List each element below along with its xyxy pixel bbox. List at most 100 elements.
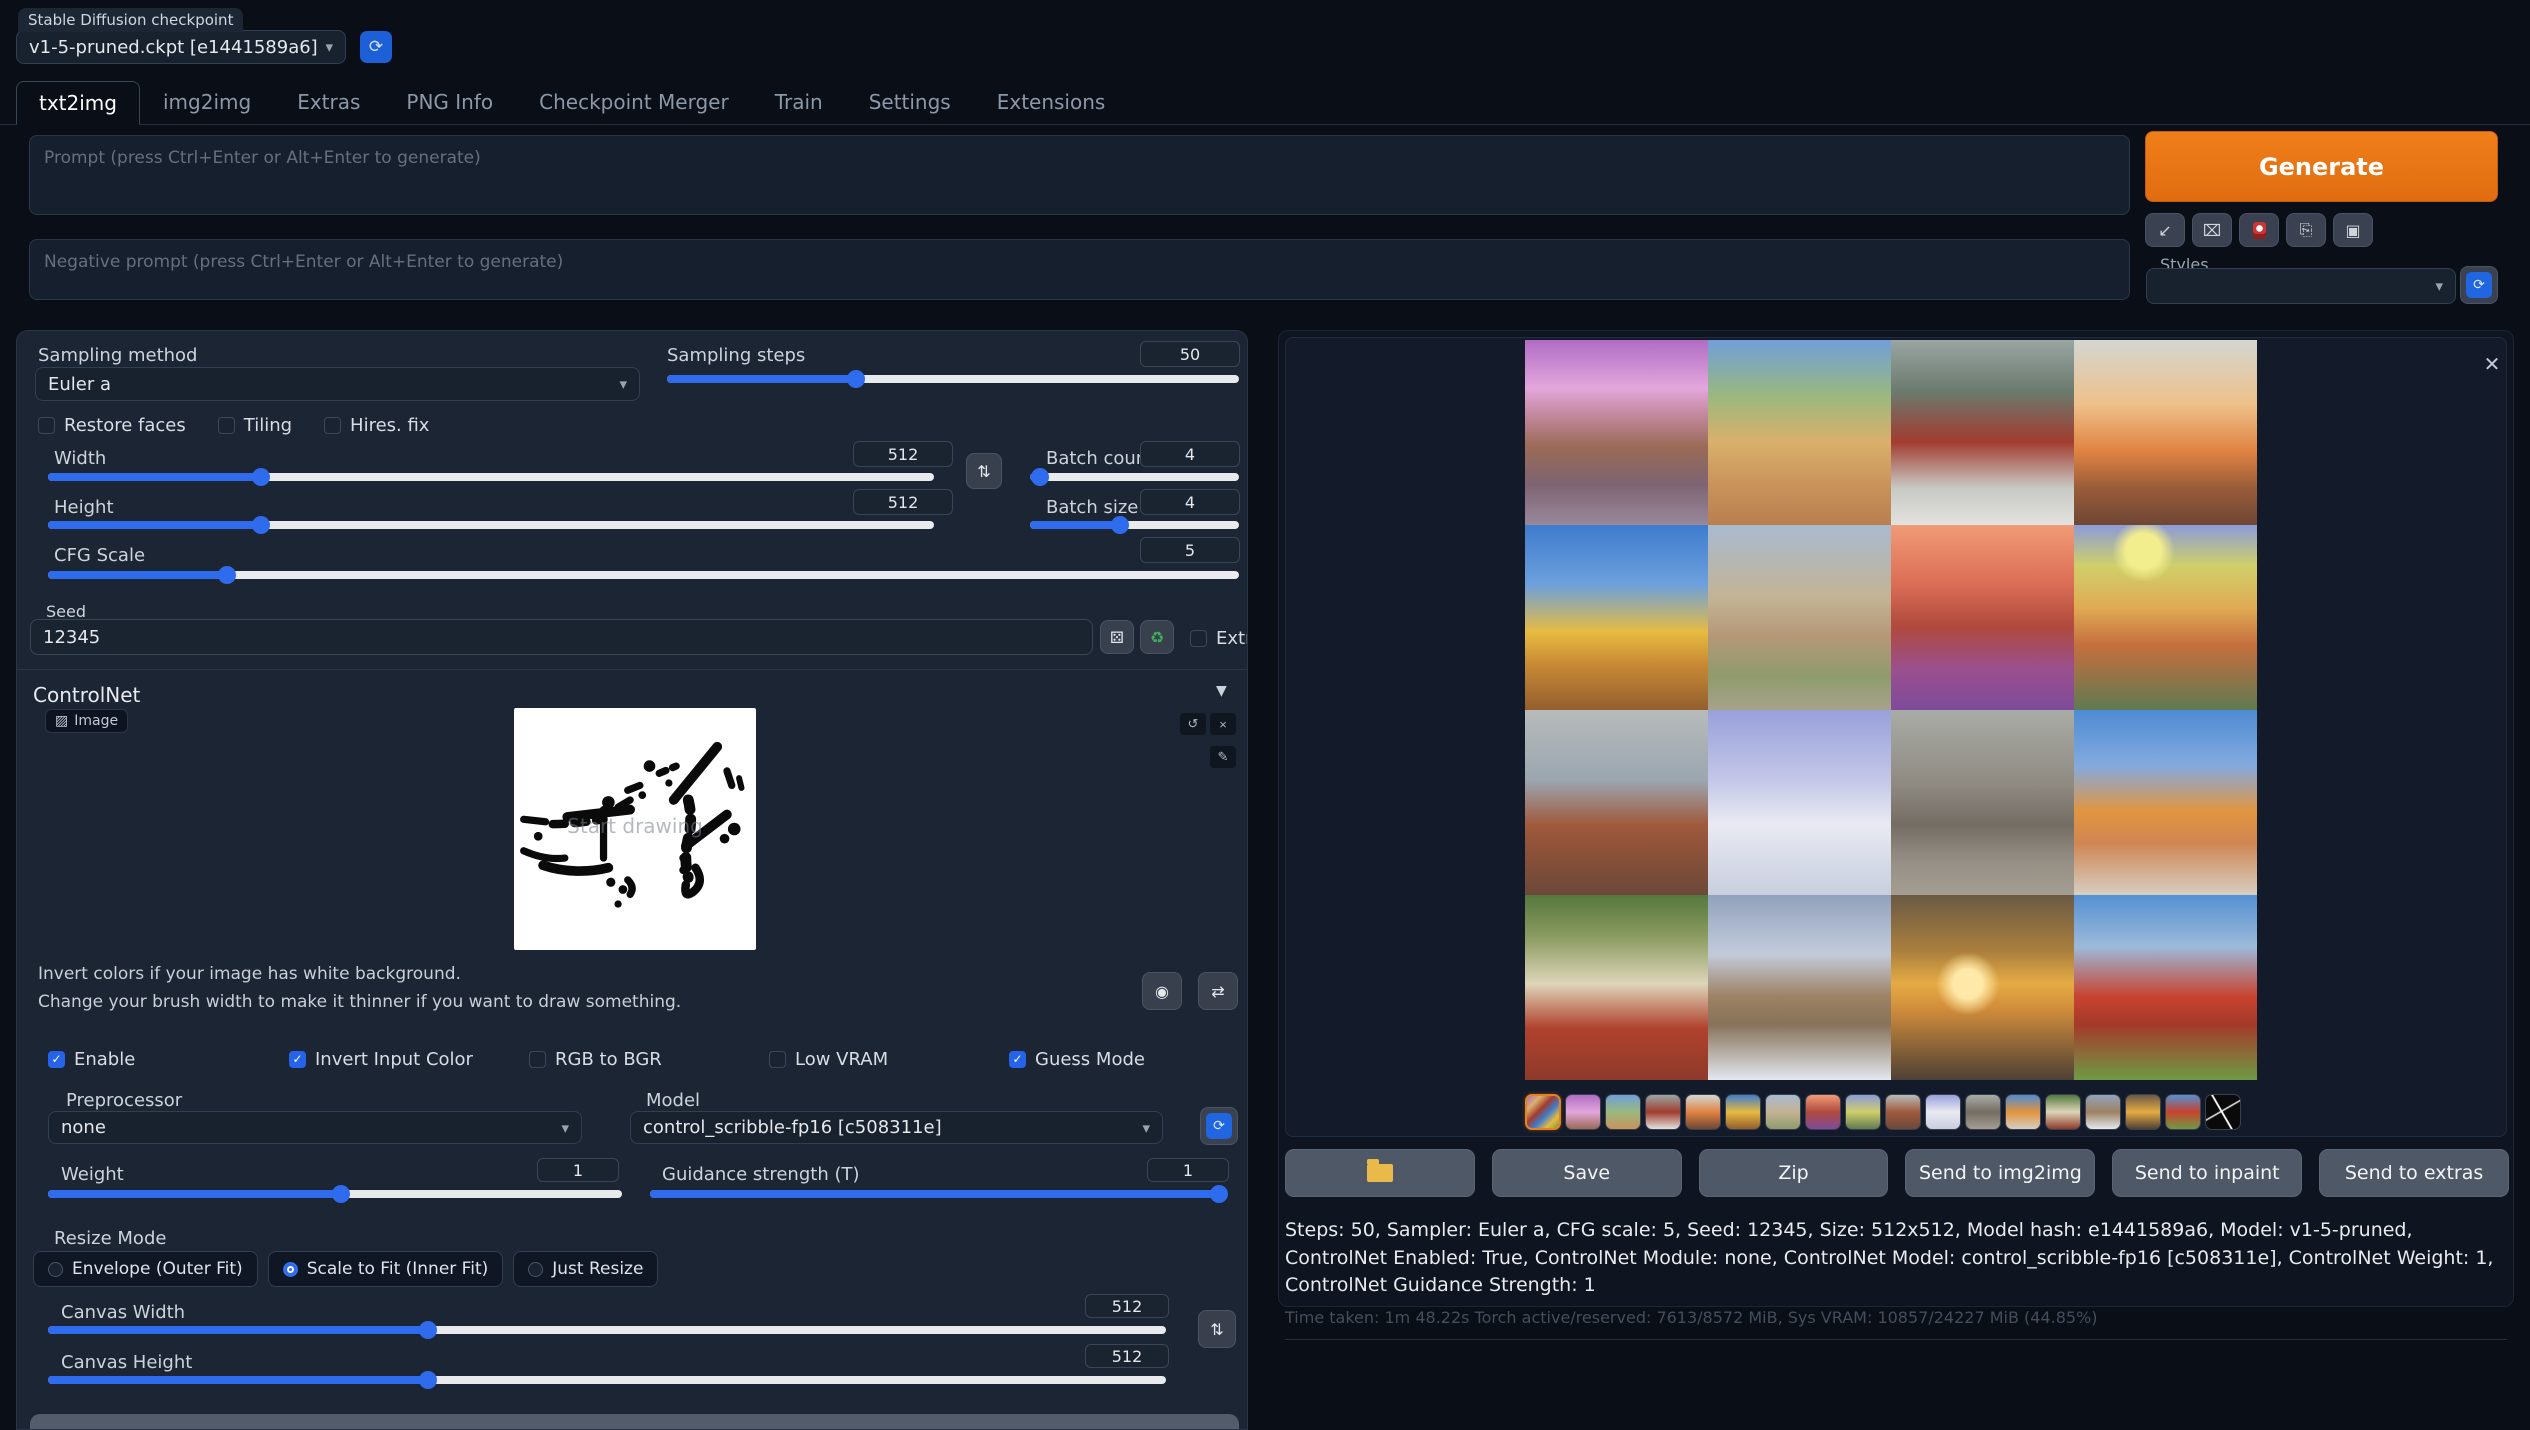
generated-image-tile[interactable] (2074, 710, 2257, 895)
checkbox-enable[interactable]: ✓Enable (48, 1049, 135, 1070)
tab-extensions[interactable]: Extensions (974, 80, 1129, 124)
guidance-strength-input[interactable] (1147, 1158, 1229, 1182)
batch-count-slider[interactable] (1030, 473, 1239, 481)
tab-settings[interactable]: Settings (846, 80, 974, 124)
save-style-button[interactable]: ▣ (2333, 213, 2373, 247)
tab-train[interactable]: Train (752, 80, 846, 124)
tab-img2img[interactable]: img2img (140, 80, 274, 124)
checkpoint-dropdown[interactable]: v1-5-pruned.ckpt [e1441589a6] ▾ (16, 30, 346, 64)
generated-image-tile[interactable] (2074, 340, 2257, 525)
canvas-clear-button[interactable]: × (1210, 713, 1236, 735)
next-section-bar[interactable] (30, 1414, 1239, 1430)
apply-style-button[interactable]: ⎘ (2286, 213, 2326, 247)
checkbox-extra-seed[interactable]: Extra (1190, 628, 1248, 649)
controlnet-model-dropdown[interactable]: control_scribble-fp16 [c508311e]▾ (630, 1111, 1163, 1144)
close-preview-button[interactable]: ✕ (2478, 350, 2506, 378)
extra-networks-button[interactable] (2239, 213, 2279, 247)
thumbnail[interactable] (1925, 1094, 1961, 1130)
tab-png-info[interactable]: PNG Info (383, 80, 516, 124)
generated-image-tile[interactable] (1891, 895, 2074, 1080)
sampling-method-dropdown[interactable]: Euler a▾ (35, 367, 640, 401)
checkbox-low-vram[interactable]: Low VRAM (769, 1049, 888, 1070)
generated-image-tile[interactable] (1708, 525, 1891, 710)
sampling-steps-input[interactable] (1140, 341, 1240, 367)
read-params-button[interactable]: ↙ (2145, 213, 2185, 247)
tab-extras[interactable]: Extras (274, 80, 383, 124)
canvas-height-input[interactable] (1085, 1344, 1169, 1368)
thumbnail[interactable] (2045, 1094, 2081, 1130)
checkpoint-refresh-button[interactable]: ⟳ (360, 31, 392, 63)
canvas-brush-button[interactable]: ✎ (1210, 746, 1236, 768)
height-slider[interactable] (48, 521, 934, 529)
generate-button[interactable]: Generate (2145, 131, 2498, 202)
controlnet-image-tab[interactable]: ▨Image (45, 709, 128, 733)
checkbox-hires-fix[interactable]: Hires. fix (324, 415, 429, 436)
thumbnail[interactable] (2205, 1094, 2241, 1130)
thumbnail[interactable] (1525, 1094, 1561, 1130)
thumbnail[interactable] (2005, 1094, 2041, 1130)
canvas-undo-button[interactable]: ↺ (1180, 713, 1206, 735)
webcam-button[interactable]: ◉ (1142, 972, 1182, 1010)
canvas-width-input[interactable] (1085, 1294, 1169, 1318)
tab-checkpoint-merger[interactable]: Checkpoint Merger (516, 80, 752, 124)
generated-image-tile[interactable] (1525, 895, 1708, 1080)
radio-just-resize[interactable]: Just Resize (513, 1251, 658, 1287)
checkbox-rgb-to-bgr[interactable]: RGB to BGR (529, 1049, 662, 1070)
batch-count-input[interactable] (1140, 441, 1240, 467)
radio-envelope-outer-fit[interactable]: Envelope (Outer Fit) (33, 1251, 258, 1287)
checkbox-guess-mode[interactable]: ✓Guess Mode (1009, 1049, 1145, 1070)
styles-dropdown[interactable]: ▾ (2146, 268, 2456, 304)
sampling-steps-slider[interactable] (667, 375, 1239, 383)
thumbnail[interactable] (1805, 1094, 1841, 1130)
width-input[interactable] (853, 441, 953, 467)
checkbox-tiling[interactable]: Tiling (218, 415, 292, 436)
cfg-scale-input[interactable] (1140, 537, 1240, 563)
send-to-inpaint-button[interactable]: Send to inpaint (2112, 1149, 2302, 1197)
styles-refresh-button[interactable]: ⟳ (2460, 266, 2498, 304)
radio-scale-to-fit-inner-fit[interactable]: Scale to Fit (Inner Fit) (268, 1251, 504, 1287)
weight-input[interactable] (537, 1158, 619, 1182)
reuse-seed-button[interactable]: ♻ (1140, 620, 1174, 654)
send-to-extras-button[interactable]: Send to extras (2319, 1149, 2509, 1197)
swap-canvas-dims-button[interactable]: ⇅ (1198, 1310, 1236, 1348)
batch-size-input[interactable] (1140, 489, 1240, 515)
cfg-scale-slider[interactable] (48, 571, 1239, 579)
generated-image-tile[interactable] (1891, 710, 2074, 895)
send-to-img2img-button[interactable]: Send to img2img (1905, 1149, 2095, 1197)
prompt-input[interactable] (29, 135, 2130, 215)
thumbnail[interactable] (1765, 1094, 1801, 1130)
thumbnail[interactable] (1685, 1094, 1721, 1130)
thumbnail[interactable] (2165, 1094, 2201, 1130)
thumbnail[interactable] (1965, 1094, 2001, 1130)
controlnet-model-refresh-button[interactable]: ⟳ (1200, 1107, 1238, 1145)
mirror-webcam-button[interactable]: ⇄ (1198, 972, 1238, 1010)
seed-input[interactable] (30, 619, 1093, 655)
thumbnail[interactable] (1645, 1094, 1681, 1130)
generated-image-tile[interactable] (2074, 525, 2257, 710)
tab-txt2img[interactable]: txt2img (16, 81, 140, 125)
thumbnail[interactable] (2125, 1094, 2161, 1130)
thumbnail[interactable] (1565, 1094, 1601, 1130)
generated-image-tile[interactable] (1891, 340, 2074, 525)
accordion-collapse-icon[interactable]: ▼ (1216, 683, 1227, 699)
thumbnail[interactable] (2085, 1094, 2121, 1130)
clear-prompt-button[interactable]: ⌧ (2192, 213, 2232, 247)
weight-slider[interactable] (48, 1190, 622, 1198)
canvas-height-slider[interactable] (48, 1376, 1166, 1384)
thumbnail[interactable] (1885, 1094, 1921, 1130)
save-button[interactable]: Save (1492, 1149, 1682, 1197)
width-slider[interactable] (48, 473, 934, 481)
controlnet-title[interactable]: ControlNet (33, 683, 140, 707)
height-input[interactable] (853, 489, 953, 515)
generated-image-tile[interactable] (1525, 525, 1708, 710)
zip-button[interactable]: Zip (1699, 1149, 1889, 1197)
canvas-width-slider[interactable] (48, 1326, 1166, 1334)
controlnet-scribble-canvas[interactable]: Start drawing (514, 708, 756, 950)
generated-image-tile[interactable] (1891, 525, 2074, 710)
checkbox-restore-faces[interactable]: Restore faces (38, 415, 186, 436)
preprocessor-dropdown[interactable]: none▾ (48, 1111, 582, 1144)
guidance-strength-slider[interactable] (650, 1190, 1219, 1198)
generated-image-tile[interactable] (1708, 895, 1891, 1080)
negative-prompt-input[interactable] (29, 239, 2130, 300)
generated-image-tile[interactable] (1525, 710, 1708, 895)
